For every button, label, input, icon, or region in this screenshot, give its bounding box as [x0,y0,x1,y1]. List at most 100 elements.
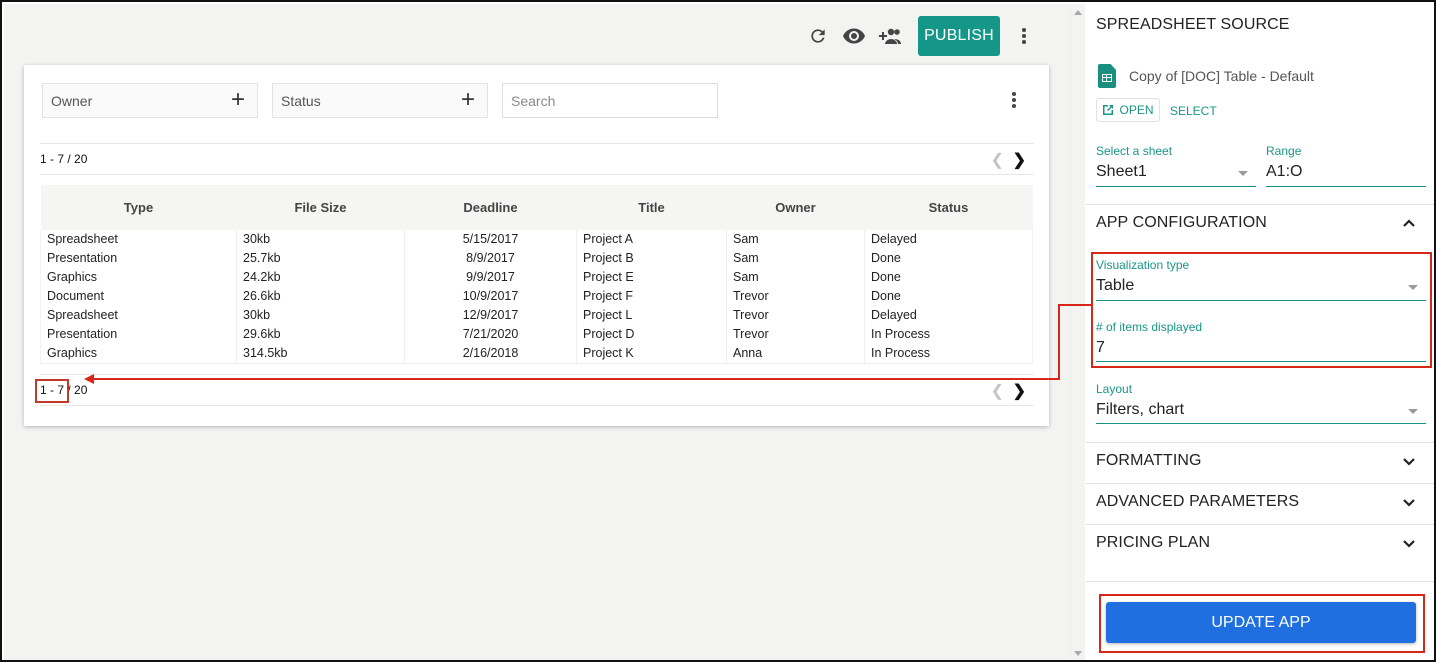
chevron-down-icon [1403,540,1415,548]
chevron-right-icon[interactable]: ❯ [1013,381,1026,401]
scroll-down-icon[interactable] [1074,651,1082,656]
table-row[interactable]: Spreadsheet 30kb 12/9/2017 Project L Trevor D… [41,306,1033,325]
dropdown-arrow-icon [1408,409,1418,414]
range-input[interactable]: Range A1:O [1266,144,1426,187]
table-cell: 314.5kb [236,344,405,364]
search-input[interactable] [502,83,718,118]
range-value: A1:O [1266,163,1303,180]
vertical-scrollbar[interactable] [1070,4,1085,660]
document-name: Copy of [DOC] Table - Default [1129,68,1314,84]
table-cell: Project B [576,249,727,268]
layout-value: Filters, chart [1096,401,1185,418]
table-row[interactable]: Graphics 24.2kb 9/9/2017 Project E Sam Done [41,268,1033,287]
table-cell: Spreadsheet [47,232,118,246]
table-cell: Sam [726,249,865,268]
chevron-right-icon[interactable]: ❯ [1013,150,1026,170]
table-cell: In Process [864,325,1033,344]
table-cell: Project F [576,287,727,306]
table-cell: Project D [576,325,727,344]
card-more-icon[interactable] [1004,89,1024,111]
column-header[interactable]: Status [864,185,1033,230]
table-cell: 30kb [236,230,405,249]
plus-icon[interactable]: + [231,88,245,112]
table-cell: Project E [576,268,727,287]
refresh-icon[interactable] [800,18,836,54]
status-filter-label: Status [281,92,321,109]
table-cell: 8/9/2017 [404,249,577,268]
table-cell: Delayed [864,230,1033,249]
column-header[interactable]: File Size [236,185,405,230]
app-configuration-header[interactable]: APP CONFIGURATION [1086,204,1434,244]
table-row[interactable]: Spreadsheet 30kb 5/15/2017 Project A Sam Dela… [41,230,1033,249]
table-cell: Project L [576,306,727,325]
table-row[interactable]: Presentation 25.7kb 8/9/2017 Project B Sam Do… [41,249,1033,268]
chevron-left-icon[interactable]: ❮ [991,150,1004,170]
layout-label: Layout [1096,382,1133,396]
annotation-highlight-pagination [35,379,69,403]
range-label: Range [1266,144,1302,158]
app-window: PUBLISH Owner + Status + 1 - 7 / 20 ❮ ❯ [0,0,1436,662]
table-row[interactable]: Graphics 314.5kb 2/16/2018 Project K Anna In … [41,344,1033,364]
column-header[interactable]: Type [40,185,237,230]
open-external-icon [1103,105,1114,115]
more-vertical-icon[interactable] [1006,18,1042,54]
table-cell: Sam [726,230,865,249]
chevron-left-icon[interactable]: ❮ [991,381,1004,401]
chevron-down-icon [1403,499,1415,507]
add-people-icon[interactable] [872,18,908,54]
plus-icon[interactable]: + [461,88,475,112]
data-table: Type File Size Deadline Title Owner Stat… [40,185,1033,364]
table-cell: Spreadsheet [47,308,118,322]
formatting-header[interactable]: FORMATTING [1086,442,1434,482]
table-cell: 2/16/2018 [404,344,577,364]
pagination-total: 20 [74,383,88,397]
table-cell: Done [864,249,1033,268]
table-row[interactable]: Document 26.6kb 10/9/2017 Project F Trevor Do… [41,287,1033,306]
preview-canvas: PUBLISH Owner + Status + 1 - 7 / 20 ❮ ❯ [4,4,1070,660]
sheet-select-label: Select a sheet [1096,144,1173,158]
table-cell: 12/9/2017 [404,306,577,325]
table-header-row: Type File Size Deadline Title Owner Stat… [40,185,1033,230]
scroll-up-icon[interactable] [1074,10,1082,15]
table-cell: Project A [576,230,727,249]
table-cell: Delayed [864,306,1033,325]
column-header[interactable]: Deadline [404,185,577,230]
table-cell: 25.7kb [236,249,405,268]
status-filter[interactable]: Status + [272,83,488,118]
annotation-arrow-line [1058,304,1092,306]
table-cell: Done [864,287,1033,306]
select-button[interactable]: SELECT [1170,104,1217,118]
owner-filter[interactable]: Owner + [42,83,258,118]
table-cell: Done [864,268,1033,287]
table-cell: Document [47,289,104,303]
sheet-select[interactable]: Select a sheet Sheet1 [1096,144,1256,187]
publish-button[interactable]: PUBLISH [918,16,1000,56]
table-cell: 24.2kb [236,268,405,287]
pagination-text: 1 - 7 / 20 [40,152,88,166]
annotation-arrowhead [84,374,94,384]
open-button[interactable]: OPEN [1096,98,1160,122]
spreadsheet-icon [1098,64,1116,88]
chevron-down-icon [1403,458,1415,466]
table-cell: Sam [726,268,865,287]
table-cell: Presentation [47,251,118,265]
source-document: Copy of [DOC] Table - Default [1098,64,1314,88]
owner-filter-label: Owner [51,92,93,109]
table-card: Owner + Status + 1 - 7 / 20 ❮ ❯ Type [24,65,1049,426]
column-header[interactable]: Title [576,185,727,230]
table-cell: Graphics [47,270,98,284]
table-cell: 30kb [236,306,405,325]
table-cell: 26.6kb [236,287,405,306]
dropdown-arrow-icon [1238,171,1248,176]
table-cell: 5/15/2017 [404,230,577,249]
advanced-parameters-header[interactable]: ADVANCED PARAMETERS [1086,483,1434,523]
column-header[interactable]: Owner [726,185,865,230]
table-cell: Presentation [47,327,118,341]
table-cell: 9/9/2017 [404,268,577,287]
chevron-up-icon [1403,219,1415,227]
eye-icon[interactable] [836,18,872,54]
table-cell: Trevor [726,325,865,344]
pricing-plan-header[interactable]: PRICING PLAN [1086,524,1434,564]
layout-select[interactable]: Layout Filters, chart [1096,382,1426,424]
table-row[interactable]: Presentation 29.6kb 7/21/2020 Project D Trev… [41,325,1033,344]
